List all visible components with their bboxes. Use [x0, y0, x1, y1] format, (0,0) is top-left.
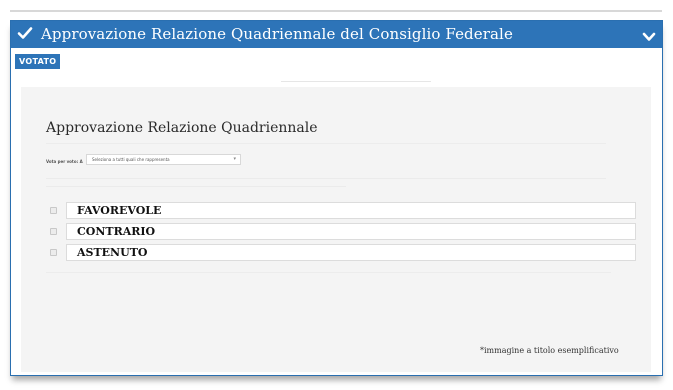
panel-title: Approvazione Relazione Quadriennale del …	[41, 25, 513, 43]
chevron-down-icon[interactable]	[642, 28, 656, 41]
option-astenuto[interactable]: ASTENUTO	[46, 244, 636, 261]
chevron-down-icon: ▾	[233, 156, 236, 162]
option-favorevole[interactable]: FAVOREVOLE	[46, 202, 636, 219]
status-badge: VOTATO	[15, 54, 61, 69]
sort-label: Vota per voto: A	[46, 159, 83, 164]
divider	[46, 272, 611, 273]
option-label: ASTENUTO	[77, 246, 148, 259]
option-box[interactable]: ASTENUTO	[66, 244, 636, 261]
divider	[46, 178, 606, 179]
vote-form: Approvazione Relazione Quadriennale Vota…	[21, 87, 651, 372]
check-icon	[17, 25, 33, 41]
option-box[interactable]: FAVOREVOLE	[66, 202, 636, 219]
option-checkbox[interactable]	[50, 228, 57, 235]
divider	[281, 81, 431, 82]
vote-panel: Approvazione Relazione Quadriennale del …	[10, 20, 663, 376]
option-label: CONTRARIO	[77, 225, 156, 238]
divider	[46, 186, 346, 187]
footnote: *immagine a titolo esemplificativo	[480, 346, 619, 355]
option-checkbox[interactable]	[50, 207, 57, 214]
divider	[46, 143, 606, 144]
question-title: Approvazione Relazione Quadriennale	[46, 120, 318, 136]
sort-select-value: Seleziona a tutti quali che rappresenta	[92, 157, 170, 162]
option-checkbox[interactable]	[50, 249, 57, 256]
sort-select[interactable]: Seleziona a tutti quali che rappresenta …	[86, 154, 241, 165]
option-label: FAVOREVOLE	[77, 204, 162, 217]
top-divider	[10, 10, 662, 12]
option-contrario[interactable]: CONTRARIO	[46, 223, 636, 240]
panel-header[interactable]: Approvazione Relazione Quadriennale del …	[11, 21, 662, 48]
option-box[interactable]: CONTRARIO	[66, 223, 636, 240]
